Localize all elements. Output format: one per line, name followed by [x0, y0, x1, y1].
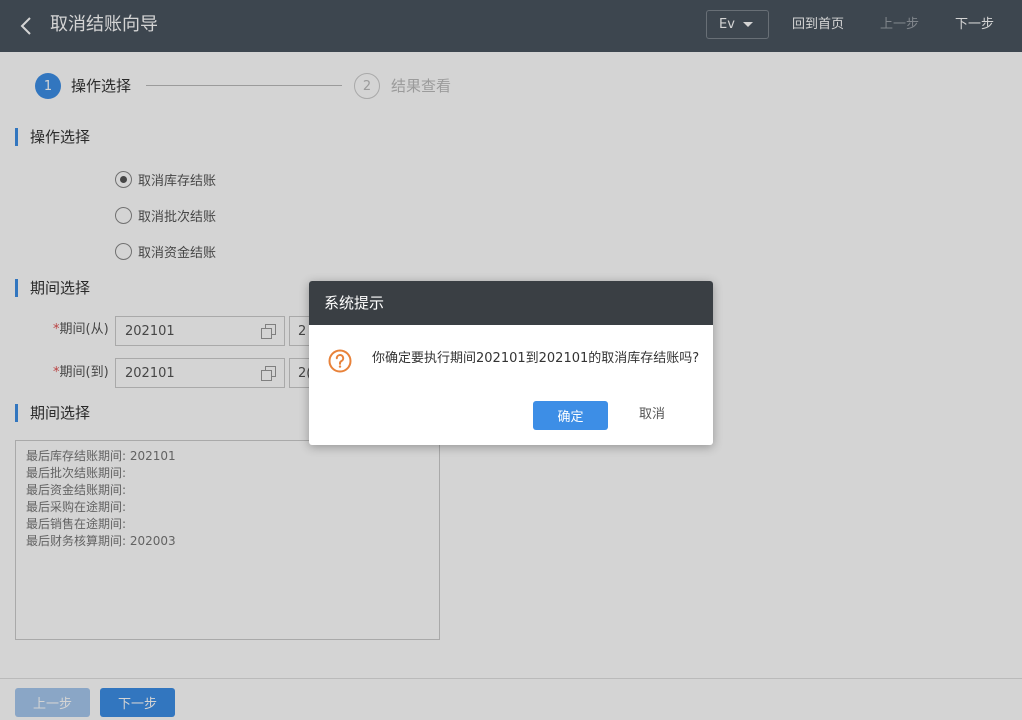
- question-icon: [328, 349, 352, 373]
- dialog-cancel-button[interactable]: 取消: [639, 406, 665, 424]
- dialog-message: 你确定要执行期间202101到202101的取消库存结账吗?: [372, 351, 700, 366]
- dialog-title: 系统提示: [309, 281, 713, 325]
- dialog-ok-button[interactable]: 确定: [533, 401, 608, 430]
- confirm-dialog: 系统提示 你确定要执行期间202101到202101的取消库存结账吗? 确定 取…: [309, 281, 713, 445]
